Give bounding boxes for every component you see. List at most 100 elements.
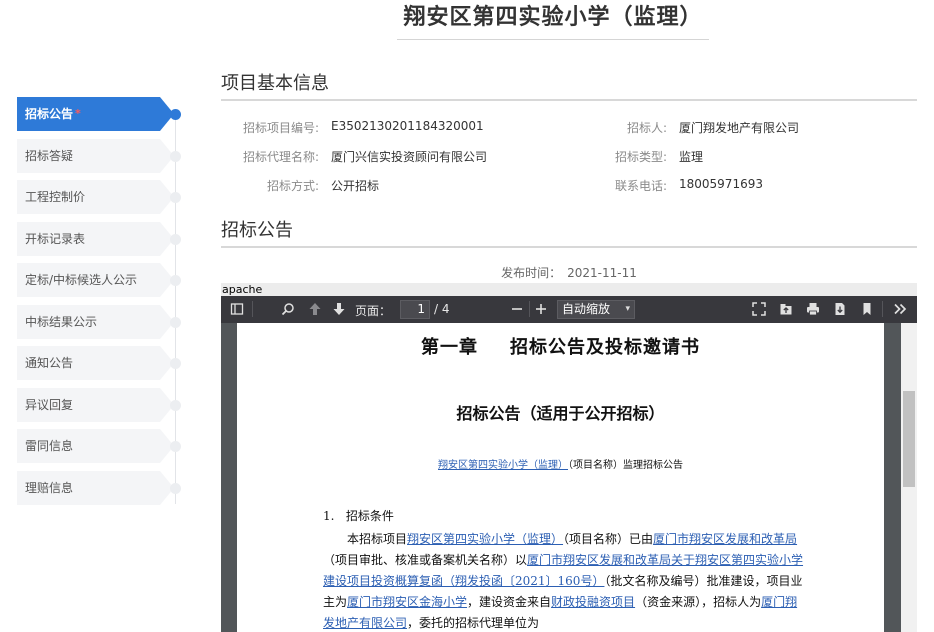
document-paragraph: 本招标项目翔安区第四实验小学（监理）（项目名称）已由厦门市翔安区发展和改革局 （项… (323, 529, 809, 632)
sidebar-toggle-icon[interactable] (228, 300, 246, 318)
section-number: 1. (323, 509, 335, 523)
para-text: （项目审批、核准或备案机关名称）以 (323, 553, 528, 567)
page: 翔安区第四实验小学（监理） 招标公告 * 招标答疑 工程控制价 开标记录表 定标/… (0, 0, 934, 632)
scrollbar-thumb[interactable] (903, 391, 915, 487)
previous-page-icon[interactable] (306, 300, 324, 318)
timeline-dot (170, 275, 181, 286)
project-line-rest: （项目名称）监理招标公告 (568, 460, 683, 471)
para-text: （项目名称）已由 (563, 532, 654, 546)
sidebar-item-button[interactable]: 通知公告 (17, 346, 174, 380)
toolbar-separator (882, 301, 883, 317)
sidebar-item-qa[interactable]: 招标答疑 (17, 138, 187, 173)
sidebar-item-candidate-publicity[interactable]: 定标/中标候选人公示 (17, 263, 187, 297)
pdf-viewer: apache 页面： 1 / 4 自动缩放 ▾ 第一章 招标公告及投标邀请书 招… (221, 283, 917, 632)
document-section-heading: 1. 招标条件 (323, 507, 394, 524)
sidebar-item-button[interactable]: 中标结果公示 (17, 304, 174, 339)
para-fill: 厦门市翔安区金海小学 (347, 595, 468, 609)
page-number-input[interactable]: 1 (400, 300, 430, 319)
sidebar-item-button[interactable]: 定标/中标候选人公示 (17, 263, 174, 297)
pdf-toolbar: 页面： 1 / 4 自动缩放 ▾ (221, 296, 917, 323)
timeline-dot (170, 482, 181, 494)
para-fill: 翔安区第四实验小学（监理） (407, 532, 564, 546)
document-subtitle: 招标公告（适用于公开招标） (456, 404, 665, 423)
para-text: ，建设资金来自 (467, 595, 552, 609)
chapter-title: 招标公告及投标邀请书 (510, 337, 700, 358)
sidebar-item-tender-notice[interactable]: 招标公告 * (17, 97, 187, 131)
section-title-basic-info: 项目基本信息 (221, 69, 917, 101)
sidebar-item-button[interactable]: 招标公告 * (17, 97, 174, 131)
download-icon[interactable] (831, 300, 849, 318)
toolbar-separator (252, 301, 253, 317)
zoom-select-value: 自动缩放 (562, 302, 611, 316)
toolbar-separator (529, 301, 530, 317)
timeline-dot (170, 399, 181, 411)
chevron-down-icon: ▾ (625, 304, 630, 314)
publish-time-value: 2021-11-11 (567, 266, 637, 280)
publish-time: 发布时间： 2021-11-11 (221, 264, 917, 281)
print-icon[interactable] (804, 300, 822, 318)
phone-value: 18005971693 (679, 177, 763, 191)
sidebar-item-button[interactable]: 工程控制价 (17, 180, 174, 214)
sidebar-item-label: 招标公告 (25, 107, 74, 121)
document-chapter-heading: 第一章 招标公告及投标邀请书 (237, 333, 884, 359)
timeline-dot (170, 441, 181, 452)
chapter-number: 第一章 (421, 337, 478, 358)
document-scrollbar[interactable] (901, 323, 917, 632)
timeline-dot (170, 358, 181, 369)
frame-label: apache (221, 283, 917, 296)
method-label: 招标方式: (266, 179, 319, 193)
tender-type-label: 招标类型: (614, 150, 667, 164)
info-row: 招标项目编号: E3502130201184320001 招标人: 厦门翔发地产… (221, 119, 917, 139)
tender-type-value: 监理 (679, 150, 704, 164)
sidebar-item-claim-info[interactable]: 理赔信息 (17, 470, 187, 505)
info-row: 招标方式: 公开招标 联系电话: 18005971693 (221, 177, 917, 197)
sidebar-item-button[interactable]: 开标记录表 (17, 221, 174, 256)
agency-label: 招标代理名称: (242, 150, 319, 164)
sidebar-item-button[interactable]: 招标答疑 (17, 138, 174, 173)
phone-label: 联系电话: (614, 179, 667, 193)
document-page: 第一章 招标公告及投标邀请书 招标公告（适用于公开招标） 翔安区第四实验小学（监理… (237, 323, 884, 632)
section-title: 招标条件 (345, 509, 394, 523)
sidebar-item-button[interactable]: 理赔信息 (17, 470, 174, 505)
open-file-icon[interactable] (777, 300, 795, 318)
timeline-dot (170, 316, 181, 328)
project-no-label: 招标项目编号: (242, 121, 319, 135)
timeline-dot-active (170, 109, 181, 120)
sidebar-item-button[interactable]: 异议回复 (17, 387, 174, 422)
sidebar-item-control-price[interactable]: 工程控制价 (17, 180, 187, 214)
sidebar-item-notice[interactable]: 通知公告 (17, 346, 187, 380)
sidebar-item-award-result[interactable]: 中标结果公示 (17, 304, 187, 339)
tenderer-value: 厦门翔发地产有限公司 (679, 121, 800, 135)
project-no-value: E3502130201184320001 (331, 119, 484, 133)
para-text: ，委托的招标代理单位为 (407, 616, 540, 630)
document-area: 第一章 招标公告及投标邀请书 招标公告（适用于公开招标） 翔安区第四实验小学（监理… (221, 323, 917, 632)
timeline-dot (170, 233, 181, 245)
document-project-line: 翔安区第四实验小学（监理）（项目名称）监理招标公告 (237, 456, 884, 471)
project-name-link: 翔安区第四实验小学（监理） (438, 460, 568, 471)
zoom-in-icon[interactable] (532, 300, 550, 318)
info-row: 招标代理名称: 厦门兴信实投资顾问有限公司 招标类型: 监理 (221, 148, 917, 168)
zoom-select[interactable]: 自动缩放 ▾ (557, 300, 635, 319)
sidebar-item-similar-info[interactable]: 雷同信息 (17, 429, 187, 463)
timeline-dot (170, 192, 181, 203)
page-total: / 4 (434, 302, 450, 316)
next-page-icon[interactable] (330, 300, 348, 318)
para-fill: 厦门市翔安区发展和改革局 (653, 532, 798, 546)
sidebar-item-button[interactable]: 雷同信息 (17, 429, 174, 463)
publish-time-label: 发布时间： (501, 266, 562, 280)
sidebar-item-objection-reply[interactable]: 异议回复 (17, 387, 187, 422)
search-icon[interactable] (279, 300, 297, 318)
sidebar-nav: 招标公告 * 招标答疑 工程控制价 开标记录表 定标/中标候选人公示 中标结果公示… (17, 97, 187, 512)
para-fill: 财政投融资项目 (551, 595, 636, 609)
zoom-out-icon[interactable] (508, 300, 526, 318)
required-marker: * (75, 107, 81, 120)
bookmark-icon[interactable] (858, 300, 876, 318)
page-title: 翔安区第四实验小学（监理） (397, 0, 709, 40)
sidebar-item-opening-record[interactable]: 开标记录表 (17, 221, 187, 256)
more-tools-icon[interactable] (891, 300, 909, 318)
tenderer-label: 招标人: (626, 121, 667, 135)
method-value: 公开招标 (331, 179, 380, 193)
page-label: 页面： (355, 304, 392, 318)
presentation-mode-icon[interactable] (750, 300, 768, 318)
agency-value: 厦门兴信实投资顾问有限公司 (331, 150, 488, 164)
